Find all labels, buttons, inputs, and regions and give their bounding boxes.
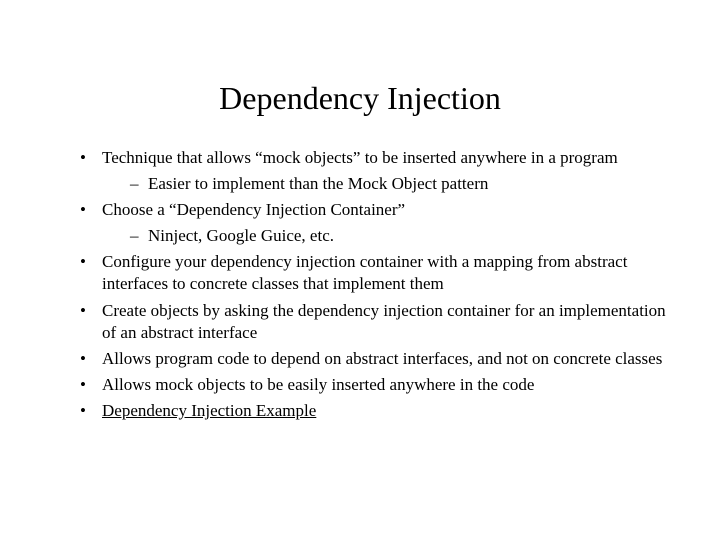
list-item: Dependency Injection Example — [80, 400, 680, 422]
slide-title: Dependency Injection — [40, 80, 680, 117]
bullet-text: Configure your dependency injection cont… — [102, 252, 627, 293]
list-item: Create objects by asking the dependency … — [80, 300, 680, 344]
bullet-text: Allows program code to depend on abstrac… — [102, 349, 662, 368]
list-item: Choose a “Dependency Injection Container… — [80, 199, 680, 247]
list-item: Configure your dependency injection cont… — [80, 251, 680, 295]
bullet-text: Create objects by asking the dependency … — [102, 301, 666, 342]
bullet-text: Allows mock objects to be easily inserte… — [102, 375, 534, 394]
list-item: Technique that allows “mock objects” to … — [80, 147, 680, 195]
list-item: Allows program code to depend on abstrac… — [80, 348, 680, 370]
bullet-text: Choose a “Dependency Injection Container… — [102, 200, 405, 219]
bullet-list: Technique that allows “mock objects” to … — [40, 147, 680, 422]
sub-item: Easier to implement than the Mock Object… — [130, 173, 680, 195]
list-item: Allows mock objects to be easily inserte… — [80, 374, 680, 396]
dependency-injection-example-link[interactable]: Dependency Injection Example — [102, 401, 316, 420]
sub-item: Ninject, Google Guice, etc. — [130, 225, 680, 247]
sub-list: Easier to implement than the Mock Object… — [102, 173, 680, 195]
sub-list: Ninject, Google Guice, etc. — [102, 225, 680, 247]
bullet-text: Technique that allows “mock objects” to … — [102, 148, 618, 167]
